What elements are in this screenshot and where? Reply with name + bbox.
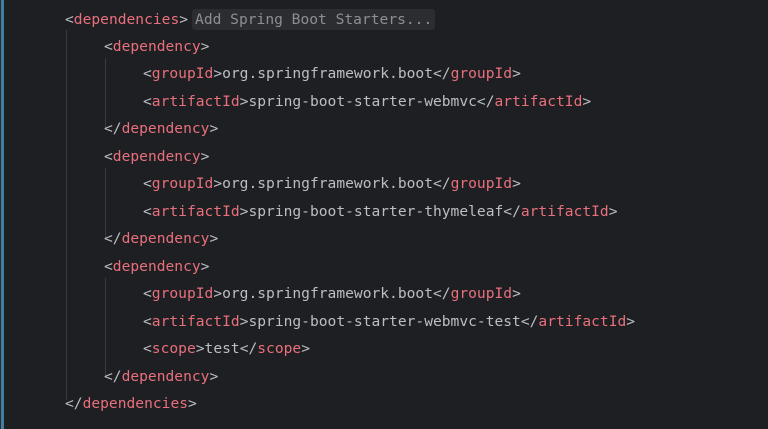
xml-text-value: org.springframework.boot [222,175,433,192]
xml-bracket: < [143,93,152,110]
xml-bracket: > [512,285,521,302]
xml-bracket: </ [239,340,258,357]
xml-bracket: > [213,175,223,192]
xml-bracket: </ [476,93,495,110]
xml-bracket: < [143,203,152,220]
xml-bracket: > [209,368,219,385]
code-line[interactable]: <groupId>org.springframework.boot</group… [143,60,521,87]
xml-text-value: spring-boot-starter-thymeleaf [248,203,504,220]
xml-tag-name: groupId [450,285,513,302]
xml-bracket: < [104,148,113,165]
code-line[interactable]: <artifactId>spring-boot-starter-webmvc</… [143,88,591,115]
xml-tag-name: dependencies [82,395,189,412]
xml-tag-name: dependency [121,368,210,385]
code-line[interactable]: </dependencies> [65,390,197,417]
xml-bracket: </ [432,175,451,192]
xml-text-value: test [204,340,240,357]
xml-bracket: > [301,340,310,357]
xml-bracket: > [582,93,592,110]
xml-bracket: </ [432,285,451,302]
code-line[interactable]: <artifactId>spring-boot-starter-thymelea… [143,198,618,225]
xml-tag-name: artifactId [151,203,240,220]
xml-text-value: spring-boot-starter-webmvc-test [248,313,521,330]
code-line[interactable]: <dependency> [104,33,209,60]
xml-bracket: < [143,340,152,357]
xml-bracket: > [512,65,521,82]
xml-bracket: </ [503,203,521,220]
code-line[interactable]: <dependencies> Add Spring Boot Starters..… [65,6,436,33]
indent-guide [66,30,67,400]
xml-bracket: > [209,120,219,137]
xml-bracket: < [143,175,152,192]
xml-bracket: > [608,203,618,220]
code-line[interactable]: <scope>test</scope> [143,335,310,362]
xml-bracket: > [213,65,223,82]
xml-tag-name: artifactId [520,203,609,220]
xml-text-value: org.springframework.boot [222,65,433,82]
xml-bracket: </ [432,65,451,82]
xml-tag-name: artifactId [151,93,240,110]
xml-bracket: > [209,230,219,247]
xml-bracket: > [200,148,210,165]
code-line[interactable]: </dependency> [104,225,218,252]
xml-bracket: < [143,65,152,82]
xml-bracket: </ [104,120,122,137]
xml-bracket: </ [65,395,83,412]
xml-bracket: </ [104,230,122,247]
code-line[interactable]: <groupId>org.springframework.boot</group… [143,170,521,197]
xml-tag-name: dependency [121,120,210,137]
xml-tag-name: artifactId [538,313,627,330]
xml-bracket: > [195,340,205,357]
code-line[interactable]: </dependency> [104,363,218,390]
code-editor[interactable]: <dependencies> Add Spring Boot Starters..… [0,0,768,429]
indent-guide [105,278,106,376]
xml-bracket: > [200,258,210,275]
xml-bracket: < [104,258,113,275]
xml-tag-name: dependency [121,230,210,247]
code-line[interactable]: </dependency> [104,115,218,142]
xml-bracket: > [188,395,197,412]
xml-bracket: < [65,11,74,28]
xml-tag-name: artifactId [151,313,240,330]
xml-bracket: </ [104,368,122,385]
xml-tag-name: dependency [112,148,201,165]
xml-text-value: org.springframework.boot [222,285,433,302]
code-line[interactable]: <dependency> [104,253,209,280]
xml-tag-name: artifactId [494,93,583,110]
xml-bracket: < [143,313,152,330]
xml-bracket: > [213,285,223,302]
xml-bracket: </ [520,313,539,330]
xml-bracket: > [200,38,210,55]
xml-tag-name: scope [151,340,196,357]
xml-bracket: < [104,38,113,55]
code-line[interactable]: <groupId>org.springframework.boot</group… [143,280,521,307]
xml-tag-name: groupId [450,65,513,82]
xml-tag-name: groupId [151,65,214,82]
xml-tag-name: groupId [450,175,513,192]
xml-bracket: > [179,11,189,28]
inlay-hint-add-starters[interactable]: Add Spring Boot Starters... [192,9,436,30]
vcs-change-marker[interactable] [1,0,4,429]
xml-text-value: spring-boot-starter-webmvc [248,93,477,110]
xml-tag-name: dependencies [73,11,180,28]
xml-tag-name: scope [257,340,302,357]
xml-bracket: < [143,285,152,302]
xml-tag-name: groupId [151,285,214,302]
code-line[interactable]: <dependency> [104,143,209,170]
xml-tag-name: dependency [112,38,201,55]
xml-bracket: > [626,313,636,330]
xml-tag-name: dependency [112,258,201,275]
code-line[interactable]: <artifactId>spring-boot-starter-webmvc-t… [143,308,635,335]
xml-tag-name: groupId [151,175,214,192]
xml-bracket: > [512,175,521,192]
